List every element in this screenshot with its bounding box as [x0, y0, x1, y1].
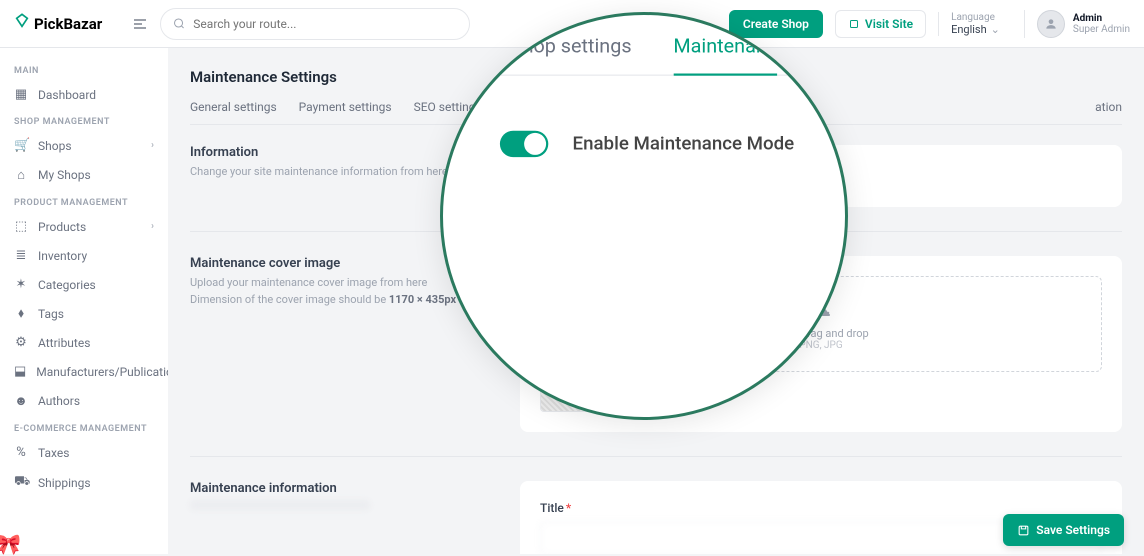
shop-icon: ⌂	[14, 167, 28, 183]
cover-desc-2: Dimension of the cover image should be 1…	[190, 292, 490, 309]
sidebar-item-manufacturers[interactable]: ⬓Manufacturers/Publications	[0, 357, 168, 386]
box-icon: ⬚	[14, 219, 28, 234]
tag-icon: ⬧	[14, 306, 28, 321]
sidebar-section-shop: SHOP MANAGEMENT	[0, 109, 168, 131]
save-settings-button[interactable]: Save Settings	[1003, 514, 1124, 546]
language-label: Language	[951, 12, 1000, 23]
search-field[interactable]	[193, 17, 457, 31]
sidebar-item-shops[interactable]: 🛒Shops›	[0, 131, 168, 160]
user-menu[interactable]: Admin Super Admin	[1024, 10, 1130, 38]
sidebar-item-dashboard[interactable]: ▦Dashboard	[0, 80, 168, 109]
avatar	[1037, 10, 1065, 38]
search-icon	[173, 17, 185, 30]
save-icon	[1017, 524, 1030, 537]
sidebar-item-inventory[interactable]: ≣Inventory	[0, 241, 168, 270]
mag-toggle-label: Enable Maintenance Mode	[573, 133, 795, 155]
tab-payment[interactable]: Payment settings	[299, 100, 392, 124]
sidebar-item-myshops[interactable]: ⌂My Shops	[0, 160, 168, 190]
maint-info-heading: Maintenance information	[190, 481, 490, 496]
maint-info-desc-blur	[190, 500, 370, 510]
cart-icon: 🛒	[14, 138, 28, 153]
search-input[interactable]	[160, 8, 470, 40]
sidebar-item-authors[interactable]: ☻Authors	[0, 386, 168, 416]
sidebar-item-products[interactable]: ⬚Products›	[0, 212, 168, 241]
truck-icon: ⛟	[14, 474, 28, 491]
category-icon: ✶	[14, 277, 28, 292]
tab-trailing[interactable]: ation	[1095, 100, 1122, 124]
percent-icon: %	[14, 445, 28, 460]
layers-icon: ≣	[14, 248, 28, 263]
user-role: Super Admin	[1073, 24, 1130, 35]
sliders-icon: ⚙	[14, 335, 28, 350]
menu-toggle-icon[interactable]	[132, 16, 148, 32]
title-label: Title*	[540, 501, 1102, 515]
grid-icon: ▦	[14, 87, 28, 102]
chevron-down-icon: ⌄	[991, 23, 1000, 36]
mag-tab-maintenance: Maintenanc	[673, 35, 777, 76]
cover-desc-1: Upload your maintenance cover image from…	[190, 275, 490, 292]
external-link-icon	[848, 18, 860, 30]
sidebar-section-ecom: E-COMMERCE MANAGEMENT	[0, 416, 168, 438]
brand-text: PickBazar	[34, 15, 102, 33]
language-value: English	[951, 23, 987, 36]
sidebar-section-main: MAIN	[0, 58, 168, 80]
visit-site-button[interactable]: Visit Site	[835, 10, 926, 38]
tab-general[interactable]: General settings	[190, 100, 277, 124]
mag-tab-shop: Shop settings	[511, 35, 632, 59]
mag-maintenance-toggle	[500, 131, 548, 157]
building-icon: ⬓	[14, 364, 26, 379]
brand-icon	[14, 13, 30, 34]
sidebar-item-categories[interactable]: ✶Categories	[0, 270, 168, 299]
magnifier-overlay: Shop settings Maintenanc Enable Maintena…	[440, 12, 848, 420]
sidebar-item-tags[interactable]: ⬧Tags	[0, 299, 168, 328]
bow-icon: 🎀	[0, 532, 21, 556]
chevron-right-icon: ›	[151, 140, 154, 151]
sidebar-item-taxes[interactable]: %Taxes	[0, 438, 168, 467]
sidebar: MAIN ▦Dashboard SHOP MANAGEMENT 🛒Shops› …	[0, 48, 168, 554]
user-icon: ☻	[14, 393, 28, 409]
chevron-right-icon: ›	[151, 221, 154, 232]
language-switcher[interactable]: Language English ⌄	[938, 12, 1012, 36]
sidebar-item-shippings[interactable]: ⛟Shippings	[0, 467, 168, 498]
sidebar-item-attributes[interactable]: ⚙Attributes	[0, 328, 168, 357]
sidebar-section-product: PRODUCT MANAGEMENT	[0, 190, 168, 212]
user-name: Admin	[1073, 13, 1130, 24]
brand-logo: PickBazar	[14, 13, 102, 34]
